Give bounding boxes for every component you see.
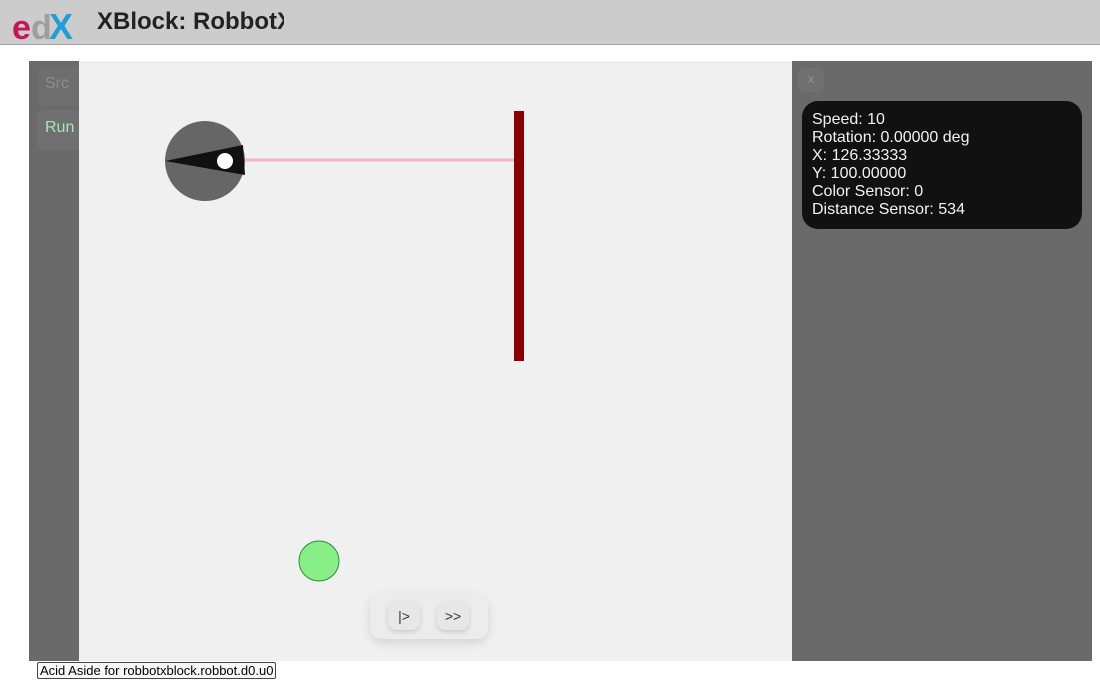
wall-obstacle — [514, 111, 524, 361]
step-button[interactable]: |> — [388, 602, 420, 630]
playback-controls: |> >> — [370, 593, 488, 639]
x-readout: X: 126.33333 — [812, 147, 908, 164]
rotation-readout: Rotation: 0.00000 deg — [812, 129, 970, 146]
svg-text:X: X — [49, 6, 73, 40]
page-title: XBlock: RobbotXBlock — [97, 8, 284, 35]
close-button[interactable]: x — [798, 68, 824, 92]
robbot-xblock: Src Run |> >> x Speed: 10 Rotation: 0.00… — [29, 61, 1092, 661]
arena-canvas — [165, 111, 524, 582]
speed-readout: Speed: 10 — [812, 111, 885, 128]
color-sensor-readout: Color Sensor: 0 — [812, 183, 924, 200]
simulation-arena: |> >> — [79, 61, 792, 661]
edx-logo[interactable]: e d X — [12, 6, 78, 40]
y-readout: Y: 100.00000 — [812, 165, 907, 182]
acid-aside-label[interactable]: Acid Aside for robbotxblock.robbot.d0.u0 — [37, 662, 277, 679]
page-header: e d X XBlock: RobbotXBlock — [0, 0, 1100, 45]
svg-text:e: e — [12, 9, 31, 40]
fast-forward-button[interactable]: >> — [437, 602, 469, 630]
status-panel: Speed: 10 Rotation: 0.00000 deg X: 126.3… — [802, 101, 1082, 229]
distance-sensor-readout: Distance Sensor: 534 — [812, 201, 965, 218]
target-goal — [298, 540, 340, 582]
robot-icon — [165, 121, 245, 201]
